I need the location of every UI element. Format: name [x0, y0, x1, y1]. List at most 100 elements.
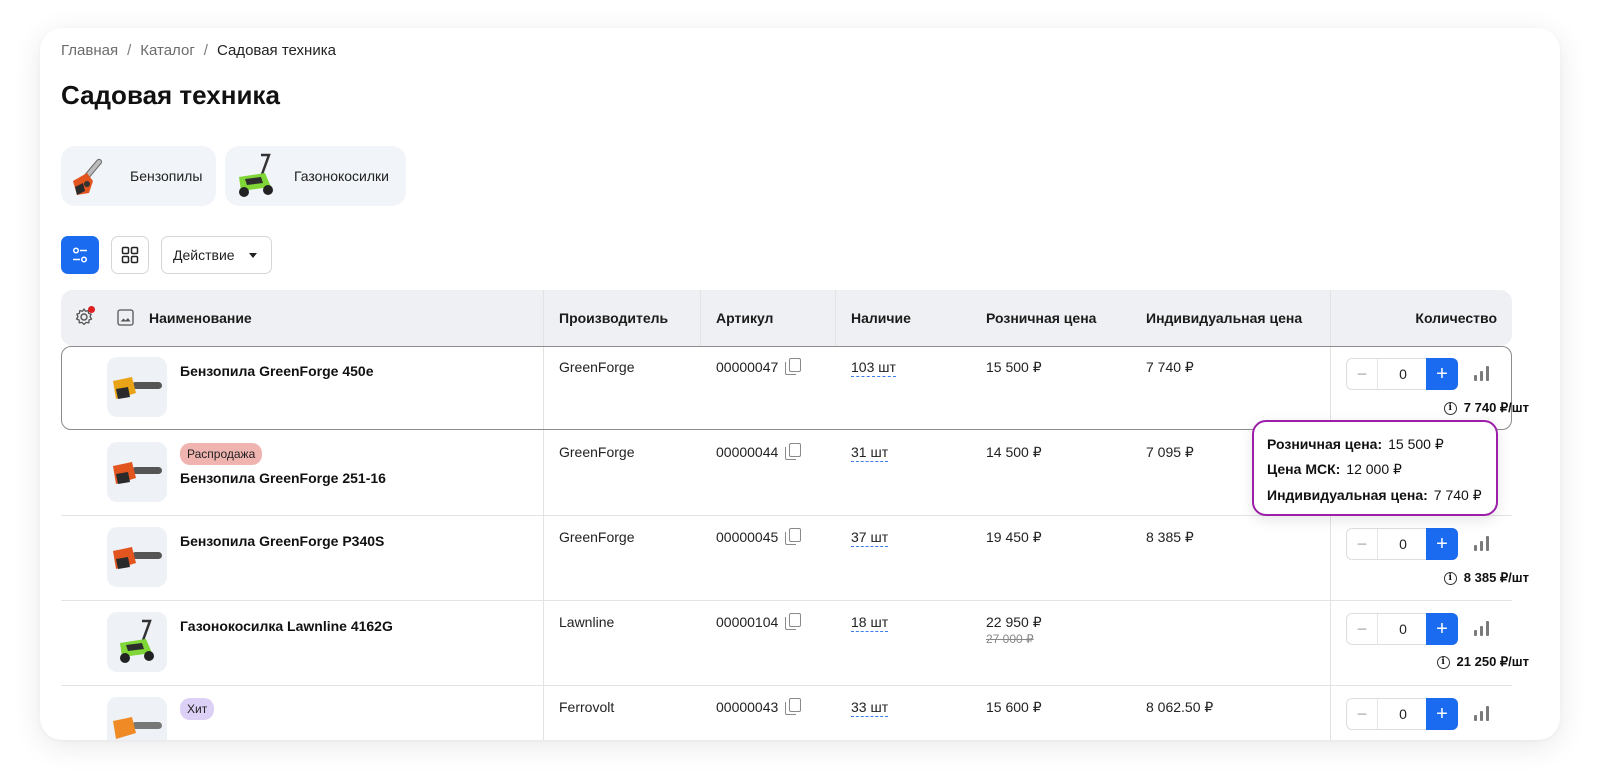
column-header-stock[interactable]: Наличие	[851, 310, 911, 326]
copy-icon[interactable]	[785, 698, 801, 715]
breadcrumb: Главная / Каталог / Садовая техника	[61, 42, 336, 59]
quantity-stepper[interactable]: − 0 +	[1346, 528, 1458, 560]
category-label: Бензопилы	[130, 168, 203, 184]
column-header-manufacturer[interactable]: Производитель	[559, 310, 668, 326]
increment-button[interactable]: +	[1426, 698, 1458, 730]
price-tooltip: Розничная цена: 15 500 ₽ Цена МСК: 12 000 …	[1252, 420, 1498, 516]
product-image[interactable]	[107, 442, 167, 502]
decrement-button[interactable]: −	[1347, 699, 1377, 729]
tooltip-msk-line: Цена МСК: 12 000 ₽	[1267, 461, 1402, 478]
column-header-retail-price[interactable]: Розничная цена	[986, 310, 1096, 326]
sku-cell: 00000045	[716, 529, 779, 545]
chainsaw-icon	[66, 150, 118, 202]
info-icon[interactable]: i	[1443, 571, 1457, 585]
category-label: Газонокосилки	[294, 168, 389, 184]
increment-button[interactable]: +	[1426, 613, 1458, 645]
manufacturer-cell: Ferrovolt	[559, 699, 615, 715]
quantity-stepper[interactable]: − 0 +	[1346, 613, 1458, 645]
product-name[interactable]: Бензопила GreenForge 450e	[180, 363, 373, 379]
bar-chart-icon[interactable]	[1473, 365, 1491, 381]
quantity-stepper[interactable]: − 0 +	[1346, 358, 1458, 390]
stock-cell[interactable]: 103 шт	[851, 359, 896, 377]
decrement-button[interactable]: −	[1347, 529, 1377, 559]
individual-price-cell: 8 385 ₽	[1146, 529, 1194, 545]
copy-icon[interactable]	[785, 528, 801, 545]
product-name[interactable]: Бензопила GreenForge 251-16	[180, 470, 386, 486]
per-unit-price[interactable]: i 21 250 ₽/шт	[1436, 654, 1529, 670]
quantity-value[interactable]: 0	[1377, 699, 1429, 729]
bar-chart-icon[interactable]	[1473, 535, 1491, 551]
page-title: Садовая техника	[61, 80, 280, 110]
stock-cell[interactable]: 18 шт	[851, 614, 889, 632]
row-divider	[61, 600, 1512, 601]
row-divider	[61, 685, 1512, 686]
stock-cell[interactable]: 37 шт	[851, 529, 889, 547]
copy-icon[interactable]	[785, 358, 801, 375]
table-settings-button[interactable]	[74, 306, 95, 332]
product-image[interactable]	[107, 527, 167, 587]
per-unit-price[interactable]: i 8 385 ₽/шт	[1443, 570, 1529, 586]
lawnmower-icon	[230, 150, 282, 202]
breadcrumb-home[interactable]: Главная	[61, 42, 118, 59]
quantity-value[interactable]: 0	[1377, 359, 1429, 389]
filter-button[interactable]	[61, 236, 99, 274]
tooltip-retail-value: 15 500 ₽	[1388, 436, 1444, 452]
manufacturer-cell: GreenForge	[559, 359, 635, 375]
individual-price-cell: 7 095 ₽	[1146, 444, 1194, 460]
breadcrumb-separator: /	[127, 42, 132, 59]
sku-cell: 00000044	[716, 444, 779, 460]
per-unit-price-value: 7 740 ₽/шт	[1463, 400, 1529, 415]
category-chainsaws[interactable]: Бензопилы	[61, 146, 216, 206]
per-unit-price-value: 21 250 ₽/шт	[1456, 654, 1529, 669]
column-header-individual-price[interactable]: Индивидуальная цена	[1146, 310, 1302, 326]
bar-chart-icon[interactable]	[1473, 705, 1491, 721]
action-dropdown[interactable]: Действие	[161, 236, 272, 274]
stock-cell[interactable]: 33 шт	[851, 699, 889, 717]
column-header-name[interactable]: Наименование	[149, 310, 252, 326]
manufacturer-cell: GreenForge	[559, 444, 635, 460]
tooltip-msk-label: Цена МСК:	[1267, 461, 1341, 477]
info-icon[interactable]: i	[1443, 401, 1457, 415]
catalog-card: Главная / Каталог / Садовая техника Садовая …	[40, 28, 1560, 740]
product-image[interactable]	[107, 612, 167, 672]
retail-price-cell: 14 500 ₽	[986, 444, 1042, 460]
breadcrumb-catalog[interactable]: Каталог	[140, 42, 195, 59]
column-header-sku[interactable]: Артикул	[716, 310, 773, 326]
per-unit-price[interactable]: i 7 740 ₽/шт	[1443, 400, 1529, 416]
filter-sliders-icon	[72, 247, 88, 263]
copy-icon[interactable]	[785, 613, 801, 630]
bar-chart-icon[interactable]	[1473, 620, 1491, 636]
quantity-value[interactable]: 0	[1377, 614, 1429, 644]
info-icon[interactable]: i	[1436, 655, 1450, 669]
quantity-value[interactable]: 0	[1377, 529, 1429, 559]
sku-cell: 00000104	[716, 614, 779, 630]
product-name[interactable]: Газонокосилка Lawnline 4162G	[180, 618, 393, 634]
increment-button[interactable]: +	[1426, 528, 1458, 560]
manufacturer-cell: GreenForge	[559, 529, 635, 545]
quantity-stepper[interactable]: − 0 +	[1346, 698, 1458, 730]
category-lawnmowers[interactable]: Газонокосилки	[225, 146, 406, 206]
image-column-icon	[117, 309, 134, 331]
increment-button[interactable]: +	[1426, 358, 1458, 390]
decrement-button[interactable]: −	[1347, 359, 1377, 389]
old-price: 27 000 ₽	[986, 632, 1034, 646]
column-divider	[835, 290, 836, 346]
product-image[interactable]	[107, 697, 167, 740]
copy-icon[interactable]	[785, 443, 801, 460]
breadcrumb-current: Садовая техника	[216, 42, 336, 59]
retail-price-cell: 19 450 ₽	[986, 529, 1042, 545]
hit-badge: Хит	[180, 698, 215, 720]
decrement-button[interactable]: −	[1347, 614, 1377, 644]
product-image[interactable]	[107, 357, 167, 417]
product-name[interactable]: Бензопила GreenForge P340S	[180, 533, 384, 549]
retail-price-cell: 22 950 ₽	[986, 614, 1042, 630]
grid-view-button[interactable]	[111, 236, 149, 274]
tooltip-retail-line: Розничная цена: 15 500 ₽	[1267, 436, 1444, 453]
retail-price-cell: 15 600 ₽	[986, 699, 1042, 715]
tooltip-individual-line: Индивидуальная цена: 7 740 ₽	[1267, 487, 1482, 504]
sku-cell: 00000043	[716, 699, 779, 715]
stock-cell[interactable]: 31 шт	[851, 444, 889, 462]
per-unit-price-value: 8 385 ₽/шт	[1463, 570, 1529, 585]
sku-cell: 00000047	[716, 359, 779, 375]
column-header-quantity[interactable]: Количество	[1415, 310, 1497, 326]
